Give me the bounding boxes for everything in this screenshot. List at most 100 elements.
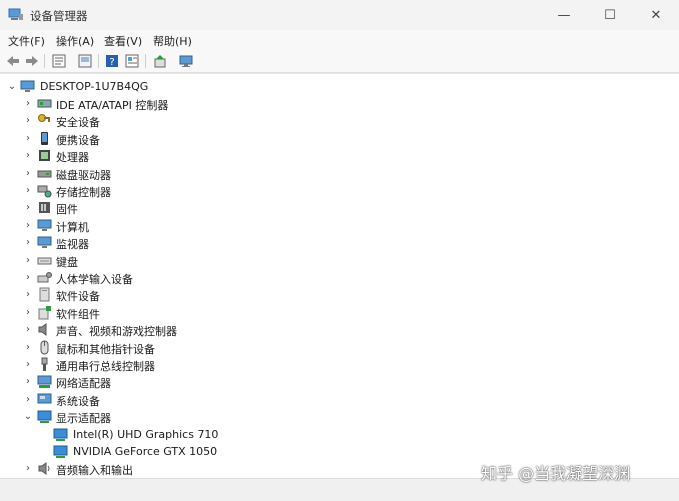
tree-device-label: Intel(R) UHD Graphics 710 bbox=[73, 428, 219, 441]
tree-category[interactable]: › 监视器 bbox=[0, 234, 679, 251]
tree-category-label: 软件设备 bbox=[56, 290, 100, 303]
show-hidden-button[interactable] bbox=[77, 53, 93, 69]
tree-root[interactable]: ⌄ DESKTOP-1U7B4QG bbox=[0, 78, 679, 95]
display-adapter-icon bbox=[37, 409, 52, 424]
expand-chevron-icon[interactable]: › bbox=[22, 393, 34, 405]
storage-controller-icon bbox=[37, 183, 52, 198]
tree-category-label: 安全设备 bbox=[56, 116, 100, 129]
menu-file[interactable]: 文件(F) bbox=[8, 33, 45, 49]
tree-root-label: DESKTOP-1U7B4QG bbox=[40, 80, 149, 93]
display-adapter-icon bbox=[53, 427, 68, 442]
expand-chevron-icon[interactable]: › bbox=[22, 236, 34, 248]
expand-chevron-icon[interactable]: › bbox=[22, 271, 34, 283]
expand-chevron-icon[interactable]: › bbox=[22, 341, 34, 353]
tree-category[interactable]: › 磁盘驱动器 bbox=[0, 165, 679, 183]
expand-chevron-icon[interactable]: › bbox=[22, 201, 34, 213]
details-icon bbox=[125, 54, 139, 68]
scan-hardware-button[interactable] bbox=[178, 53, 194, 69]
expand-chevron-icon[interactable]: › bbox=[22, 167, 34, 179]
tree-category-label: 系统设备 bbox=[56, 395, 100, 408]
toolbar: ? bbox=[0, 50, 679, 73]
keyboard-icon bbox=[37, 253, 52, 268]
tree-device[interactable]: Intel(R) UHD Graphics 710 bbox=[0, 426, 679, 443]
tree-category-label: 存储控制器 bbox=[56, 186, 111, 199]
expand-chevron-icon[interactable]: › bbox=[22, 97, 34, 109]
tree-category[interactable]: › 网络适配器 bbox=[0, 373, 679, 390]
menu-action[interactable]: 操作(A) bbox=[56, 33, 94, 49]
hid-icon bbox=[37, 270, 52, 285]
tree-category[interactable]: › 通用串行总线控制器 bbox=[0, 356, 679, 373]
device-manager-icon bbox=[8, 8, 24, 22]
tree-category-label: 键盘 bbox=[56, 256, 78, 269]
expand-chevron-icon[interactable]: › bbox=[22, 254, 34, 266]
tree-device-label: NVIDIA GeForce GTX 1050 bbox=[73, 445, 218, 458]
tree-category[interactable]: › 系统设备 bbox=[0, 391, 679, 408]
speaker-icon bbox=[37, 322, 52, 337]
update-driver-button[interactable] bbox=[152, 53, 168, 69]
network-adapter-icon bbox=[37, 374, 52, 389]
tree-category[interactable]: › 人体学输入设备 bbox=[0, 269, 679, 287]
minimize-button[interactable]: — bbox=[541, 0, 587, 30]
expand-chevron-icon[interactable]: › bbox=[22, 132, 34, 144]
svg-text:?: ? bbox=[109, 57, 114, 68]
tree-category[interactable]: › 键盘 bbox=[0, 252, 679, 270]
tree-category[interactable]: › 固件 bbox=[0, 199, 679, 217]
tree-category[interactable]: › 处理器 bbox=[0, 147, 679, 165]
close-button[interactable]: ✕ bbox=[633, 0, 679, 30]
collapse-chevron-icon[interactable]: ⌄ bbox=[22, 410, 34, 422]
watermark: 知乎 @当我凝望深渊 bbox=[481, 464, 631, 483]
maximize-icon: ☐ bbox=[604, 7, 616, 23]
tree-category[interactable]: › 鼠标和其他指针设备 bbox=[0, 339, 679, 356]
back-arrow-icon bbox=[7, 56, 19, 66]
tree-category[interactable]: › 软件组件 bbox=[0, 304, 679, 321]
tree-category-label: 通用串行总线控制器 bbox=[56, 360, 155, 373]
expand-chevron-icon[interactable]: › bbox=[22, 375, 34, 387]
tree-category[interactable]: › 存储控制器 bbox=[0, 182, 679, 200]
tree-category-label: 声音、视频和游戏控制器 bbox=[56, 325, 177, 338]
expand-chevron-icon[interactable]: › bbox=[22, 114, 34, 126]
menu-help[interactable]: 帮助(H) bbox=[153, 33, 192, 49]
expand-chevron-icon[interactable]: › bbox=[22, 323, 34, 335]
show-hidden-icon bbox=[78, 54, 92, 68]
tree-category[interactable]: › 安全设备 bbox=[0, 112, 679, 129]
minimize-icon: — bbox=[557, 7, 571, 23]
audio-io-icon bbox=[37, 461, 52, 476]
window-title: 设备管理器 bbox=[30, 9, 88, 23]
ide-controller-icon bbox=[37, 96, 52, 111]
expand-chevron-icon[interactable]: › bbox=[22, 358, 34, 370]
back-button[interactable] bbox=[5, 53, 21, 69]
tree-category[interactable]: › IDE ATA/ATAPI 控制器 bbox=[0, 95, 679, 113]
scan-hardware-icon bbox=[179, 55, 193, 67]
tree-category-label: IDE ATA/ATAPI 控制器 bbox=[56, 99, 169, 112]
processor-icon bbox=[37, 148, 52, 163]
help-button[interactable]: ? bbox=[104, 53, 120, 69]
expand-chevron-icon[interactable]: › bbox=[22, 219, 34, 231]
properties-button[interactable] bbox=[51, 53, 67, 69]
details-button[interactable] bbox=[124, 53, 140, 69]
tree-category[interactable]: › 声音、视频和游戏控制器 bbox=[0, 321, 679, 338]
tree-category[interactable]: › 便携设备 bbox=[0, 130, 679, 147]
tree-category-label: 鼠标和其他指针设备 bbox=[56, 343, 155, 356]
expand-chevron-icon[interactable]: › bbox=[22, 184, 34, 196]
expand-chevron-icon[interactable]: › bbox=[22, 288, 34, 300]
tree-category[interactable]: ⌄ 显示适配器 bbox=[0, 408, 679, 425]
tree-category-label: 处理器 bbox=[56, 151, 89, 164]
tree-category-label: 显示适配器 bbox=[56, 412, 111, 425]
collapse-chevron-icon[interactable]: ⌄ bbox=[6, 80, 18, 92]
maximize-button[interactable]: ☐ bbox=[587, 0, 633, 30]
tree-category-label: 固件 bbox=[56, 203, 78, 216]
tree-category[interactable]: › 软件设备 bbox=[0, 286, 679, 303]
firmware-icon bbox=[37, 200, 52, 215]
menu-view[interactable]: 查看(V) bbox=[104, 33, 142, 49]
monitor-icon bbox=[37, 235, 52, 250]
expand-chevron-icon[interactable]: › bbox=[22, 462, 34, 474]
expand-chevron-icon[interactable]: › bbox=[22, 149, 34, 161]
system-device-icon bbox=[37, 392, 52, 407]
expand-chevron-icon[interactable]: › bbox=[22, 306, 34, 318]
tree-category-label: 监视器 bbox=[56, 238, 89, 251]
computer-icon bbox=[20, 79, 35, 94]
properties-icon bbox=[52, 54, 66, 68]
tree-device[interactable]: NVIDIA GeForce GTX 1050 bbox=[0, 443, 679, 460]
tree-category[interactable]: › 计算机 bbox=[0, 217, 679, 234]
forward-button[interactable] bbox=[24, 53, 40, 69]
